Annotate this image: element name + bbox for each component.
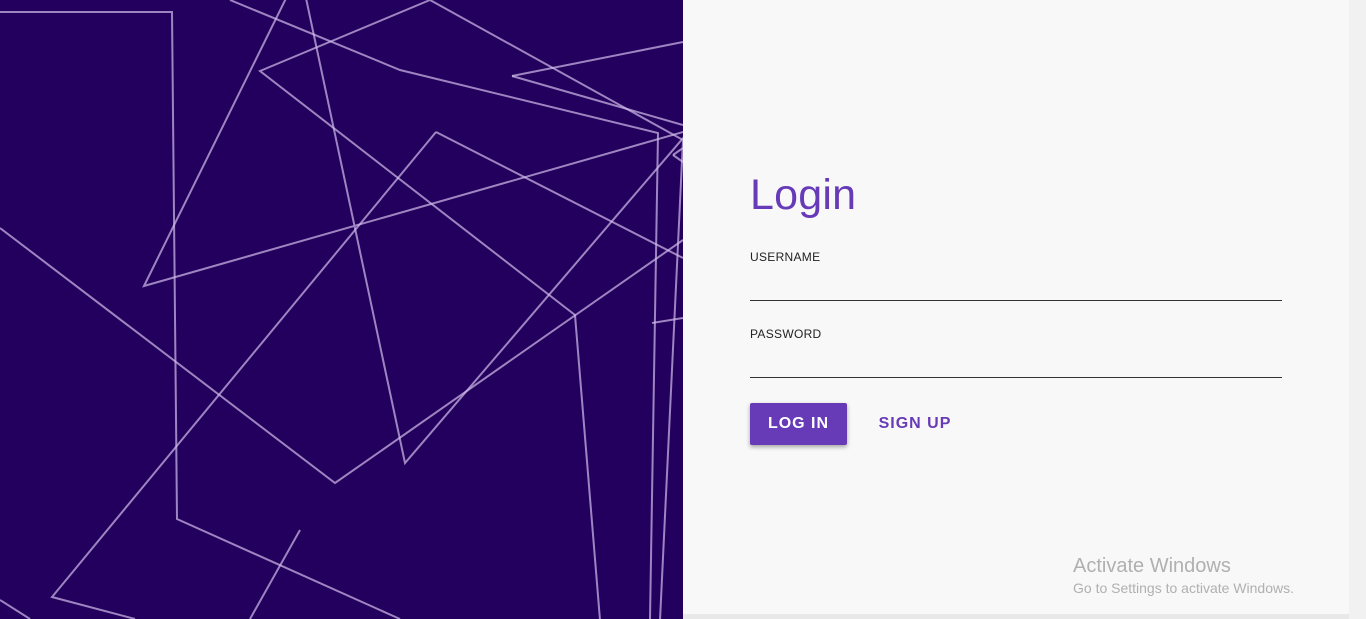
username-input[interactable] xyxy=(750,272,1282,301)
vertical-scrollbar[interactable] xyxy=(1349,0,1366,619)
activate-windows-title: Activate Windows xyxy=(1073,555,1231,577)
login-button[interactable]: LOG IN xyxy=(750,403,847,445)
horizontal-scrollbar[interactable] xyxy=(683,614,1349,619)
username-label: USERNAME xyxy=(750,250,821,264)
signup-button[interactable]: SIGN UP xyxy=(866,403,964,445)
geometric-lines-graphic xyxy=(0,0,683,619)
password-input[interactable] xyxy=(750,349,1282,378)
password-label: PASSWORD xyxy=(750,327,822,341)
decorative-panel xyxy=(0,0,683,619)
page-title: Login xyxy=(750,171,857,219)
activate-windows-subtitle: Go to Settings to activate Windows. xyxy=(1073,580,1294,596)
login-panel xyxy=(683,0,1349,619)
login-page: Login USERNAME PASSWORD LOG IN SIGN UP A… xyxy=(0,0,1366,619)
